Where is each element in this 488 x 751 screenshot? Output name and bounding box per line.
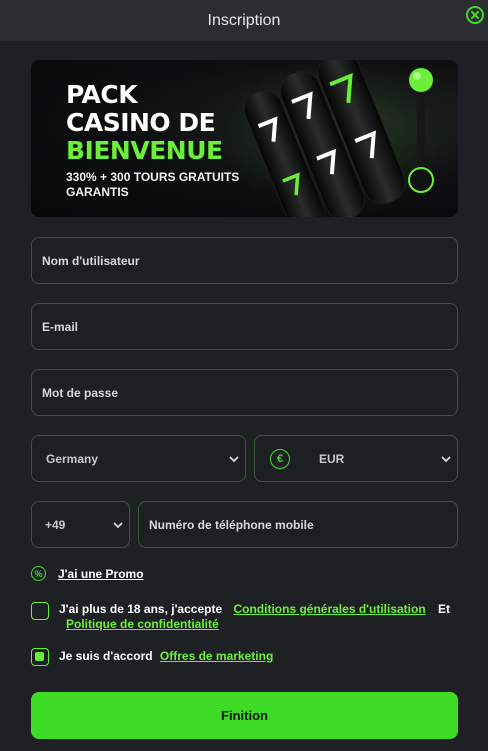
percent-icon: % <box>31 566 46 581</box>
marketing-checkbox[interactable] <box>31 648 49 666</box>
terms-label: J'ai plus de 18 ans, j'accepte Condition… <box>59 602 454 632</box>
email-field[interactable]: E-mail <box>31 303 458 350</box>
password-placeholder: Mot de passe <box>42 385 119 400</box>
privacy-policy-link[interactable]: Politique de confidentialité <box>66 617 219 631</box>
username-field[interactable]: Nom d'utilisateur <box>31 237 458 284</box>
phone-placeholder: Numéro de téléphone mobile <box>149 517 314 532</box>
chevron-down-icon <box>441 456 451 463</box>
slot-machine-icon <box>221 60 441 217</box>
terms-conjunction: Et <box>438 602 451 616</box>
close-icon <box>471 11 479 19</box>
country-value: Germany <box>46 451 99 466</box>
submit-button[interactable]: Finition <box>31 692 458 739</box>
close-button[interactable] <box>466 6 484 24</box>
email-placeholder: E-mail <box>42 319 79 334</box>
password-field[interactable]: Mot de passe <box>31 369 458 416</box>
promo-link[interactable]: J'ai une Promo <box>58 567 144 581</box>
country-select[interactable]: Germany <box>31 435 246 482</box>
currency-select[interactable]: € EUR <box>254 435 458 482</box>
phone-code-select[interactable]: +49 <box>31 501 130 548</box>
modal-header: Inscription <box>0 0 488 41</box>
euro-icon: € <box>270 449 290 469</box>
terms-checkbox[interactable] <box>31 602 49 620</box>
marketing-offers-link[interactable]: Offres de marketing <box>160 649 273 663</box>
welcome-banner[interactable]: PACK CASINO DE BIENVENUE 330% + 300 TOUR… <box>31 60 458 217</box>
marketing-label: Je suis d'accord Offres de marketing <box>59 649 273 663</box>
phone-field[interactable]: Numéro de téléphone mobile <box>138 501 458 548</box>
chevron-down-icon <box>229 456 239 463</box>
promo-toggle[interactable]: % J'ai une Promo <box>31 566 144 581</box>
phone-code-value: +49 <box>45 517 66 532</box>
terms-conditions-link[interactable]: Conditions générales d'utilisation <box>233 602 425 616</box>
currency-value: EUR <box>319 451 345 466</box>
page-title: Inscription <box>207 11 281 29</box>
marketing-prefix: Je suis d'accord <box>59 649 153 663</box>
username-placeholder: Nom d'utilisateur <box>42 253 140 268</box>
terms-prefix: J'ai plus de 18 ans, j'accepte <box>59 602 223 616</box>
chevron-down-icon <box>113 522 123 529</box>
